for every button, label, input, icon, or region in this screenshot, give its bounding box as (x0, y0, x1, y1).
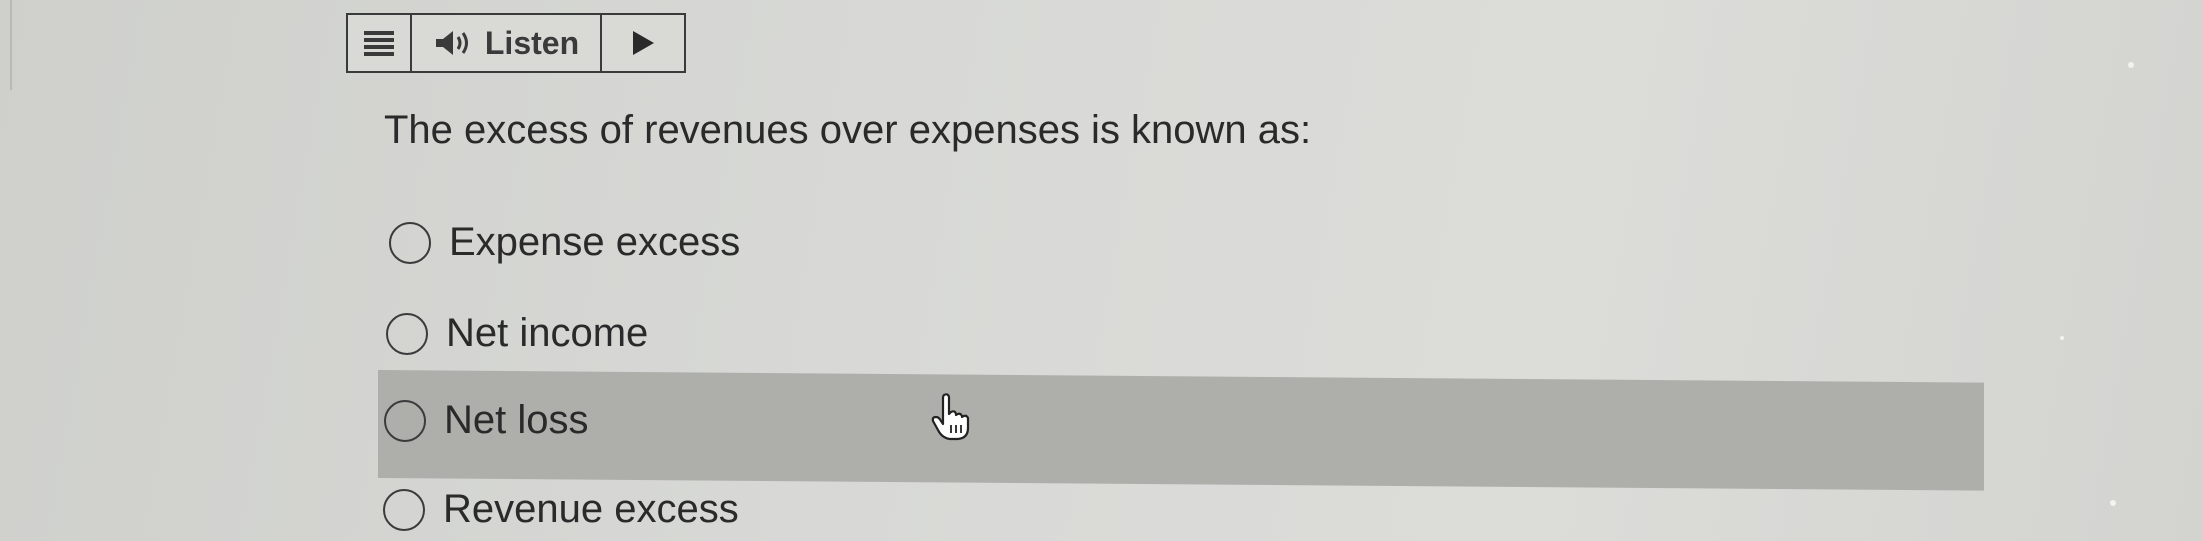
screen-speck (2060, 336, 2064, 340)
radio-button[interactable] (384, 399, 426, 442)
radio-button[interactable] (389, 221, 431, 264)
mouse-cursor (930, 392, 976, 447)
option-net-income[interactable]: Net income (386, 311, 648, 356)
play-icon (633, 31, 654, 55)
screen-speck (2110, 500, 2116, 506)
play-button[interactable] (602, 15, 684, 71)
hamburger-menu-icon (364, 31, 394, 56)
option-revenue-excess[interactable]: Revenue excess (383, 487, 739, 532)
option-label: Net loss (444, 398, 589, 442)
option-hover-highlight (378, 370, 1984, 491)
option-label: Net income (446, 311, 649, 355)
listen-toolbar: Listen (346, 13, 686, 73)
listen-label: Listen (484, 24, 580, 61)
radio-button[interactable] (386, 312, 428, 355)
window-edge (10, 0, 12, 90)
hand-pointer-icon (931, 393, 970, 441)
screen-speck (2128, 62, 2134, 68)
speaker-icon (435, 31, 468, 55)
option-net-loss[interactable]: Net loss (384, 398, 589, 443)
question-text: The excess of revenues over expenses is … (384, 108, 1312, 152)
option-expense-excess[interactable]: Expense excess (389, 220, 740, 265)
listen-button[interactable]: Listen (412, 15, 602, 71)
toolbar-menu-button[interactable] (348, 15, 412, 71)
option-label: Expense excess (449, 220, 741, 264)
option-label: Revenue excess (443, 487, 739, 531)
radio-button[interactable] (383, 488, 425, 531)
